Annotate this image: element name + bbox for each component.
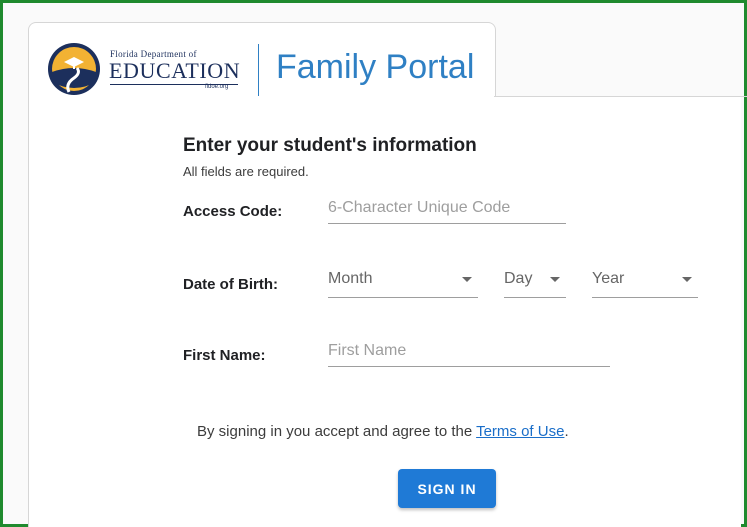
month-select[interactable]: Month xyxy=(328,270,478,298)
terms-prefix: By signing in you accept and agree to th… xyxy=(197,423,477,440)
year-select-value: Year xyxy=(592,270,625,287)
page-title: Family Portal xyxy=(276,48,475,86)
year-select[interactable]: Year xyxy=(592,270,698,298)
month-select-value: Month xyxy=(328,270,373,287)
fldoe-seal-icon xyxy=(48,43,100,95)
chevron-down-icon xyxy=(550,277,560,282)
access-code-label: Access Code: xyxy=(183,203,283,220)
day-select[interactable]: Day xyxy=(504,270,566,298)
day-select-value: Day xyxy=(504,270,533,287)
first-name-input[interactable] xyxy=(328,342,610,367)
org-name-line2: EDUCATION xyxy=(109,58,241,83)
login-card xyxy=(28,97,741,527)
dob-label: Date of Birth: xyxy=(183,276,278,293)
form-subheading: All fields are required. xyxy=(183,164,309,179)
chevron-down-icon xyxy=(462,277,472,282)
sign-in-button[interactable]: SIGN IN xyxy=(398,469,496,508)
terms-suffix: . xyxy=(564,423,569,440)
access-code-input[interactable] xyxy=(328,199,566,224)
first-name-label: First Name: xyxy=(183,347,266,364)
terms-of-use-link[interactable]: Terms of Use xyxy=(476,423,564,440)
chevron-down-icon xyxy=(682,277,692,282)
form-heading: Enter your student's information xyxy=(183,135,477,156)
header-divider xyxy=(258,44,259,96)
terms-notice: By signing in you accept and agree to th… xyxy=(197,423,569,440)
org-url: fldoe.org xyxy=(205,84,229,90)
